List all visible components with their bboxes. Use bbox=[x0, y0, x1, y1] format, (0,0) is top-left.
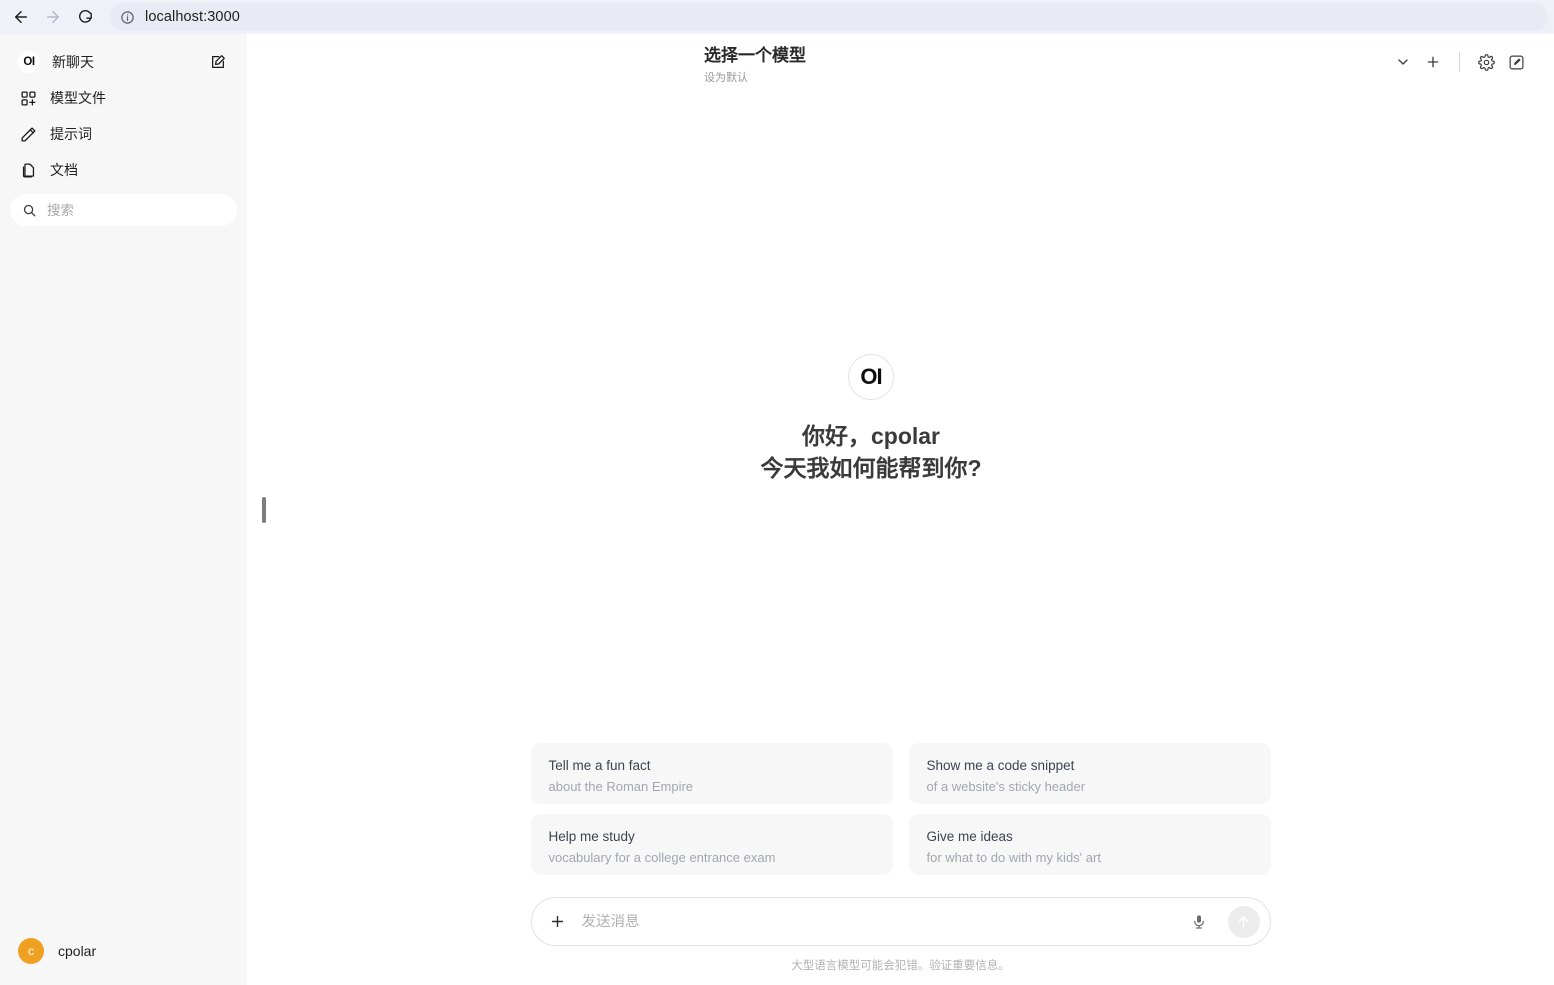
main-content: 选择一个模型 设为默认 OI 你好，cpolar 今天我如何能帮到你? Tell… bbox=[247, 34, 1554, 985]
app-root: OI 新聊天 模型文件 提示词 文档 搜索 c cpolar 选择一个模型 设为… bbox=[0, 34, 1554, 985]
sidebar-item-label-prompts: 提示词 bbox=[50, 126, 92, 142]
pencil-icon bbox=[18, 124, 38, 144]
suggestion-title: Tell me a fun fact bbox=[548, 758, 651, 773]
sidebar-resize-handle[interactable] bbox=[262, 497, 266, 523]
message-input[interactable] bbox=[581, 913, 1174, 930]
sidebar: OI 新聊天 模型文件 提示词 文档 搜索 c cpolar bbox=[0, 34, 247, 985]
model-selector[interactable]: 选择一个模型 设为默认 bbox=[704, 46, 806, 85]
composer-zone: Tell me a fun fact about the Roman Empir… bbox=[247, 743, 1554, 985]
documents-icon bbox=[18, 160, 38, 180]
model-selector-title: 选择一个模型 bbox=[704, 46, 806, 65]
browser-address-bar[interactable]: localhost:3000 bbox=[110, 3, 1548, 31]
suggestion-card[interactable]: Help me study vocabulary for a college e… bbox=[530, 814, 893, 875]
sidebar-item-new-chat[interactable]: OI 新聊天 bbox=[10, 44, 237, 80]
sidebar-item-documents[interactable]: 文档 bbox=[10, 152, 237, 188]
set-as-default-label[interactable]: 设为默认 bbox=[704, 71, 806, 85]
attach-plus-icon[interactable] bbox=[546, 910, 570, 934]
search-input[interactable] bbox=[47, 202, 225, 218]
sidebar-item-prompts[interactable]: 提示词 bbox=[10, 116, 237, 152]
message-composer[interactable] bbox=[530, 897, 1271, 946]
grid-plus-icon bbox=[18, 88, 38, 108]
browser-toolbar: localhost:3000 bbox=[0, 0, 1554, 34]
suggestion-card[interactable]: Tell me a fun fact about the Roman Empir… bbox=[530, 743, 893, 804]
suggestion-subtitle: vocabulary for a college entrance exam bbox=[548, 850, 776, 865]
suggestion-subtitle: about the Roman Empire bbox=[548, 779, 694, 794]
chat-header: 选择一个模型 设为默认 bbox=[247, 34, 1554, 90]
greeting-text: 你好，cpolar 今天我如何能帮到你? bbox=[760, 420, 981, 484]
suggestion-subtitle: of a website's sticky header bbox=[926, 779, 1086, 794]
plus-icon[interactable] bbox=[1419, 48, 1447, 76]
suggestion-title: Give me ideas bbox=[926, 829, 1013, 844]
greeting-line-1: 你好，cpolar bbox=[801, 423, 941, 449]
browser-back-button[interactable] bbox=[6, 2, 36, 32]
search-icon bbox=[22, 203, 37, 218]
sidebar-top-section: OI 新聊天 模型文件 提示词 文档 bbox=[0, 34, 247, 188]
disclaimer-text: 大型语言模型可能会犯错。验证重要信息。 bbox=[791, 960, 1010, 972]
openwebui-logo-icon: OI bbox=[18, 51, 40, 73]
gear-icon[interactable] bbox=[1472, 48, 1500, 76]
compose-icon[interactable] bbox=[1502, 48, 1530, 76]
microphone-icon[interactable] bbox=[1186, 909, 1212, 935]
composer-column: Tell me a fun fact about the Roman Empir… bbox=[530, 743, 1271, 973]
chevron-down-icon[interactable] bbox=[1389, 48, 1417, 76]
suggestion-card[interactable]: Give me ideas for what to do with my kid… bbox=[908, 814, 1271, 875]
sidebar-item-label-documents: 文档 bbox=[50, 162, 78, 178]
suggestion-subtitle: for what to do with my kids' art bbox=[926, 850, 1101, 865]
sidebar-item-label-new-chat: 新聊天 bbox=[52, 54, 94, 70]
sidebar-item-modelfiles[interactable]: 模型文件 bbox=[10, 80, 237, 116]
search-box[interactable] bbox=[10, 194, 237, 226]
sidebar-user-profile[interactable]: c cpolar bbox=[0, 925, 247, 977]
browser-reload-button[interactable] bbox=[70, 2, 100, 32]
suggestion-grid: Tell me a fun fact about the Roman Empir… bbox=[530, 743, 1271, 875]
user-name-label: cpolar bbox=[58, 943, 97, 959]
sidebar-item-label-modelfiles: 模型文件 bbox=[50, 90, 106, 106]
openwebui-logo-large-icon: OI bbox=[848, 354, 894, 400]
sidebar-chat-list bbox=[0, 226, 247, 925]
suggestion-title: Show me a code snippet bbox=[926, 758, 1075, 773]
site-info-icon[interactable] bbox=[120, 10, 135, 25]
browser-forward-button[interactable] bbox=[38, 2, 68, 32]
sidebar-search-section bbox=[0, 188, 247, 226]
header-divider bbox=[1459, 52, 1460, 72]
greeting-line-2: 今天我如何能帮到你? bbox=[760, 455, 982, 481]
send-button[interactable] bbox=[1227, 905, 1260, 938]
avatar: c bbox=[18, 938, 44, 964]
suggestion-card[interactable]: Show me a code snippet of a website's st… bbox=[908, 743, 1271, 804]
new-chat-compose-icon[interactable] bbox=[207, 51, 229, 73]
header-actions bbox=[1389, 46, 1530, 76]
suggestion-title: Help me study bbox=[548, 829, 635, 844]
address-bar-url: localhost:3000 bbox=[145, 9, 240, 25]
greeting-block: OI 你好，cpolar 今天我如何能帮到你? bbox=[247, 354, 1554, 484]
